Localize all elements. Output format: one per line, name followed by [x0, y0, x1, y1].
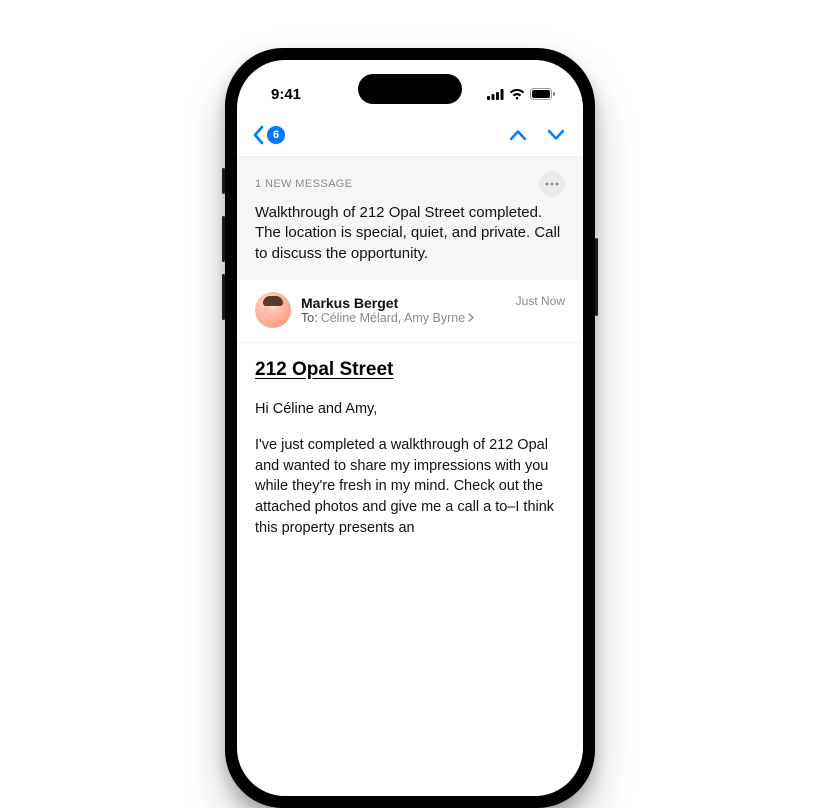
email-paragraph: I've just completed a walkthrough of 212… [255, 435, 565, 538]
summary-label: 1 NEW MESSAGE [255, 178, 353, 190]
battery-icon [530, 88, 555, 100]
more-button[interactable] [539, 171, 565, 197]
status-right [487, 88, 555, 100]
chevron-back-icon [251, 125, 265, 145]
email-text: Hi Céline and Amy, I've just completed a… [255, 399, 565, 538]
message-content: 1 NEW MESSAGE Walkthrough of 212 Opal St… [237, 156, 583, 796]
volume-up-button[interactable] [222, 216, 225, 262]
previous-message-button[interactable] [509, 129, 527, 141]
summary-card[interactable]: 1 NEW MESSAGE Walkthrough of 212 Opal St… [237, 157, 583, 280]
sender-name: Markus Berget [301, 295, 506, 311]
timestamp: Just Now [516, 294, 565, 308]
avatar [255, 292, 291, 328]
email-body: 212 Opal Street Hi Céline and Amy, I've … [237, 343, 583, 538]
volume-down-button[interactable] [222, 274, 225, 320]
recipients: Céline Mélard, Amy Byrne [321, 311, 466, 325]
recipients-line[interactable]: To: Céline Mélard, Amy Byrne [301, 311, 506, 325]
email-greeting: Hi Céline and Amy, [255, 399, 565, 420]
sender-row[interactable]: Markus Berget To: Céline Mélard, Amy Byr… [237, 280, 583, 343]
nav-bar: 6 [237, 114, 583, 156]
next-message-button[interactable] [547, 129, 565, 141]
email-subject: 212 Opal Street [255, 359, 399, 381]
ellipsis-icon [545, 182, 559, 186]
chevron-right-icon [468, 313, 474, 322]
to-label: To: [301, 311, 318, 325]
phone-frame: 9:41 [225, 48, 595, 808]
unread-badge: 6 [267, 126, 285, 144]
status-time: 9:41 [271, 86, 301, 103]
back-button[interactable]: 6 [251, 125, 285, 145]
mute-switch[interactable] [222, 168, 225, 194]
summary-text: Walkthrough of 212 Opal Street completed… [255, 203, 565, 264]
dynamic-island [358, 74, 462, 104]
cellular-icon [487, 89, 504, 100]
screen: 9:41 [237, 60, 583, 796]
wifi-icon [509, 89, 525, 100]
power-button[interactable] [595, 238, 598, 316]
